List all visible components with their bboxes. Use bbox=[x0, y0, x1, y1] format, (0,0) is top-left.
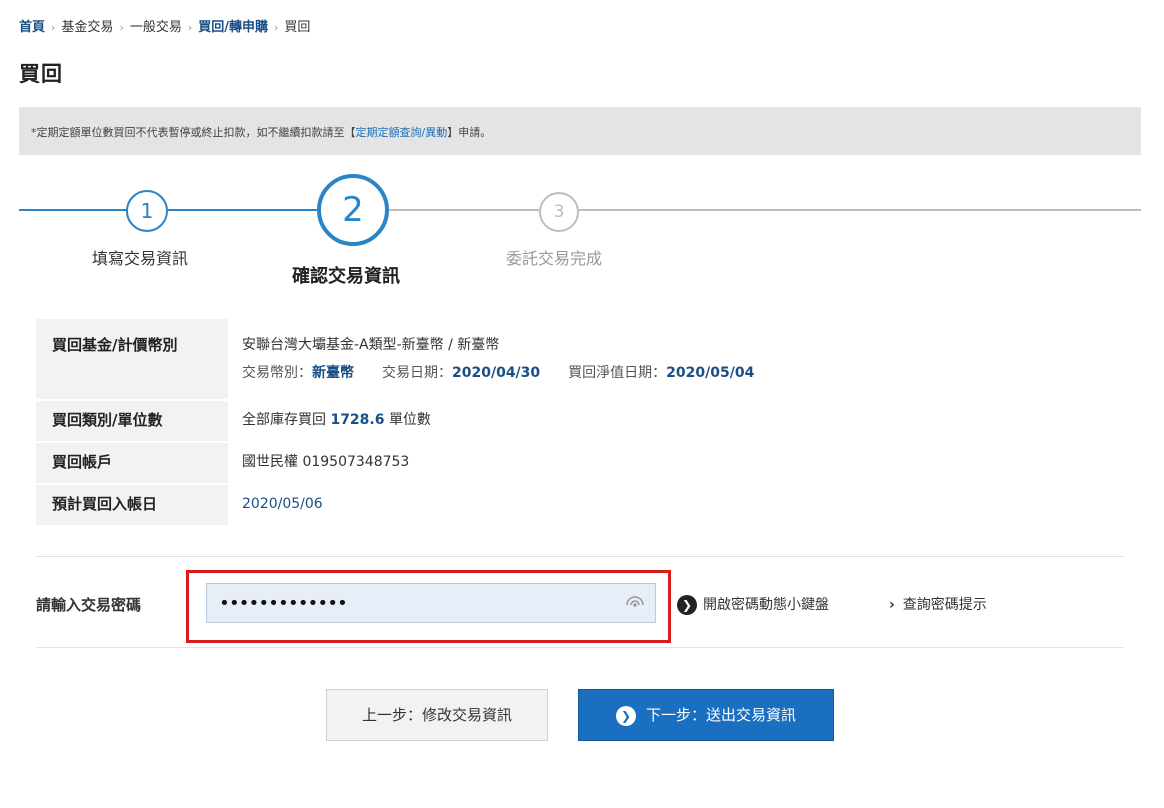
type-prefix: 全部庫存買回 bbox=[242, 412, 326, 428]
fund-value: 安聯台灣大壩基金-A類型-新臺幣 / 新臺幣 bbox=[242, 337, 500, 353]
breadcrumb-separator: › bbox=[187, 21, 193, 34]
chevron-right-icon: ❯ bbox=[615, 705, 636, 726]
divider bbox=[36, 647, 1124, 648]
step-line-done bbox=[168, 209, 317, 211]
trade-date-value: 2020/04/30 bbox=[452, 365, 541, 381]
next-step-button[interactable]: ❯ 下一步：送出交易資訊 bbox=[578, 689, 834, 741]
chevron-right-icon: ❯ bbox=[677, 595, 697, 615]
page-title: 買回 bbox=[19, 62, 63, 86]
table-row: 買回類別/單位數 全部庫存買回 1728.6 單位數 bbox=[36, 401, 1124, 443]
password-hint-label: 查詢密碼提示 bbox=[902, 597, 987, 613]
table-row: 買回基金/計價幣別 安聯台灣大壩基金-A類型-新臺幣 / 新臺幣 交易幣別：新臺… bbox=[36, 319, 1124, 401]
step-2-label: 確認交易資訊 bbox=[292, 266, 400, 287]
prev-step-button[interactable]: 上一步：修改交易資訊 bbox=[326, 689, 548, 741]
notice-text: *定期定額單位數買回不代表暫停或終止扣款，如不繼續扣款請至【定期定額查詢/異動】… bbox=[31, 124, 491, 140]
notice-suffix: 】申請。 bbox=[447, 126, 492, 139]
units-suffix: 單位數 bbox=[388, 412, 431, 428]
step-line-pending bbox=[579, 209, 1141, 211]
type-cell: 全部庫存買回 1728.6 單位數 bbox=[228, 401, 1124, 441]
breadcrumb-home[interactable]: 首頁 bbox=[19, 20, 45, 35]
fund-details: 交易幣別：新臺幣 交易日期：2020/04/30 買回淨值日期：2020/05/04 bbox=[242, 362, 1124, 382]
divider bbox=[36, 556, 1124, 557]
step-1-circle: 1 bbox=[126, 190, 168, 232]
password-input[interactable] bbox=[206, 583, 656, 623]
breadcrumb-general-trading[interactable]: 一般交易 bbox=[130, 20, 182, 35]
step-2-circle: 2 bbox=[317, 174, 389, 246]
password-label: 請輸入交易密碼 bbox=[36, 596, 142, 614]
breadcrumb-fund-trading[interactable]: 基金交易 bbox=[61, 20, 113, 35]
password-hint-link[interactable]: › 查詢密碼提示 bbox=[889, 594, 987, 614]
notice-banner: *定期定額單位數買回不代表暫停或終止扣款，如不繼續扣款請至【定期定額查詢/異動】… bbox=[19, 107, 1141, 155]
account-label: 買回帳戶 bbox=[36, 443, 228, 483]
next-step-label: 下一步：送出交易資訊 bbox=[645, 706, 796, 724]
units-value: 1728.6 bbox=[330, 412, 385, 428]
breadcrumb-current: 買回 bbox=[284, 20, 311, 35]
fund-cell: 安聯台灣大壩基金-A類型-新臺幣 / 新臺幣 交易幣別：新臺幣 交易日期：2020… bbox=[228, 319, 1124, 399]
table-row: 買回帳戶 國世民權 019507348753 bbox=[36, 443, 1124, 485]
account-value: 國世民權 019507348753 bbox=[242, 454, 410, 470]
step-line-pending bbox=[389, 209, 539, 211]
breadcrumb-separator: › bbox=[51, 21, 56, 34]
step-3-circle: 3 bbox=[539, 192, 579, 232]
breadcrumb: 首頁 › 基金交易 › 一般交易 › 買回/轉申購 › 買回 bbox=[19, 16, 310, 35]
currency-label: 交易幣別： bbox=[242, 365, 312, 381]
step-line-done bbox=[19, 209, 126, 211]
trade-date-label: 交易日期： bbox=[382, 365, 452, 381]
notice-prefix: *定期定額單位數買回不代表暫停或終止扣款，如不繼續扣款請至【 bbox=[31, 126, 356, 139]
breadcrumb-separator: › bbox=[274, 21, 279, 34]
type-label: 買回類別/單位數 bbox=[36, 401, 228, 441]
table-row: 預計買回入帳日 2020/05/06 bbox=[36, 485, 1124, 527]
step-1-label: 填寫交易資訊 bbox=[92, 249, 189, 268]
dynamic-keyboard-label: 開啟密碼動態小鍵盤 bbox=[703, 597, 829, 613]
breadcrumb-separator: › bbox=[119, 21, 124, 34]
chevron-right-icon: › bbox=[889, 597, 895, 613]
settle-label: 預計買回入帳日 bbox=[36, 485, 228, 525]
dynamic-keyboard-link[interactable]: ❯ 開啟密碼動態小鍵盤 bbox=[677, 594, 829, 615]
currency-value: 新臺幣 bbox=[312, 365, 354, 381]
settle-value: 2020/05/06 bbox=[242, 496, 323, 512]
trade-info-table: 買回基金/計價幣別 安聯台灣大壩基金-A類型-新臺幣 / 新臺幣 交易幣別：新臺… bbox=[36, 319, 1124, 527]
eye-icon[interactable] bbox=[625, 594, 645, 610]
nav-date-label: 買回淨值日期： bbox=[568, 365, 667, 381]
step-3-label: 委託交易完成 bbox=[506, 249, 603, 268]
nav-date-value: 2020/05/04 bbox=[666, 365, 755, 381]
breadcrumb-redeem-switch[interactable]: 買回/轉申購 bbox=[198, 20, 268, 35]
fund-label: 買回基金/計價幣別 bbox=[36, 319, 228, 399]
notice-link-recurring[interactable]: 定期定額查詢/異動 bbox=[356, 126, 448, 139]
